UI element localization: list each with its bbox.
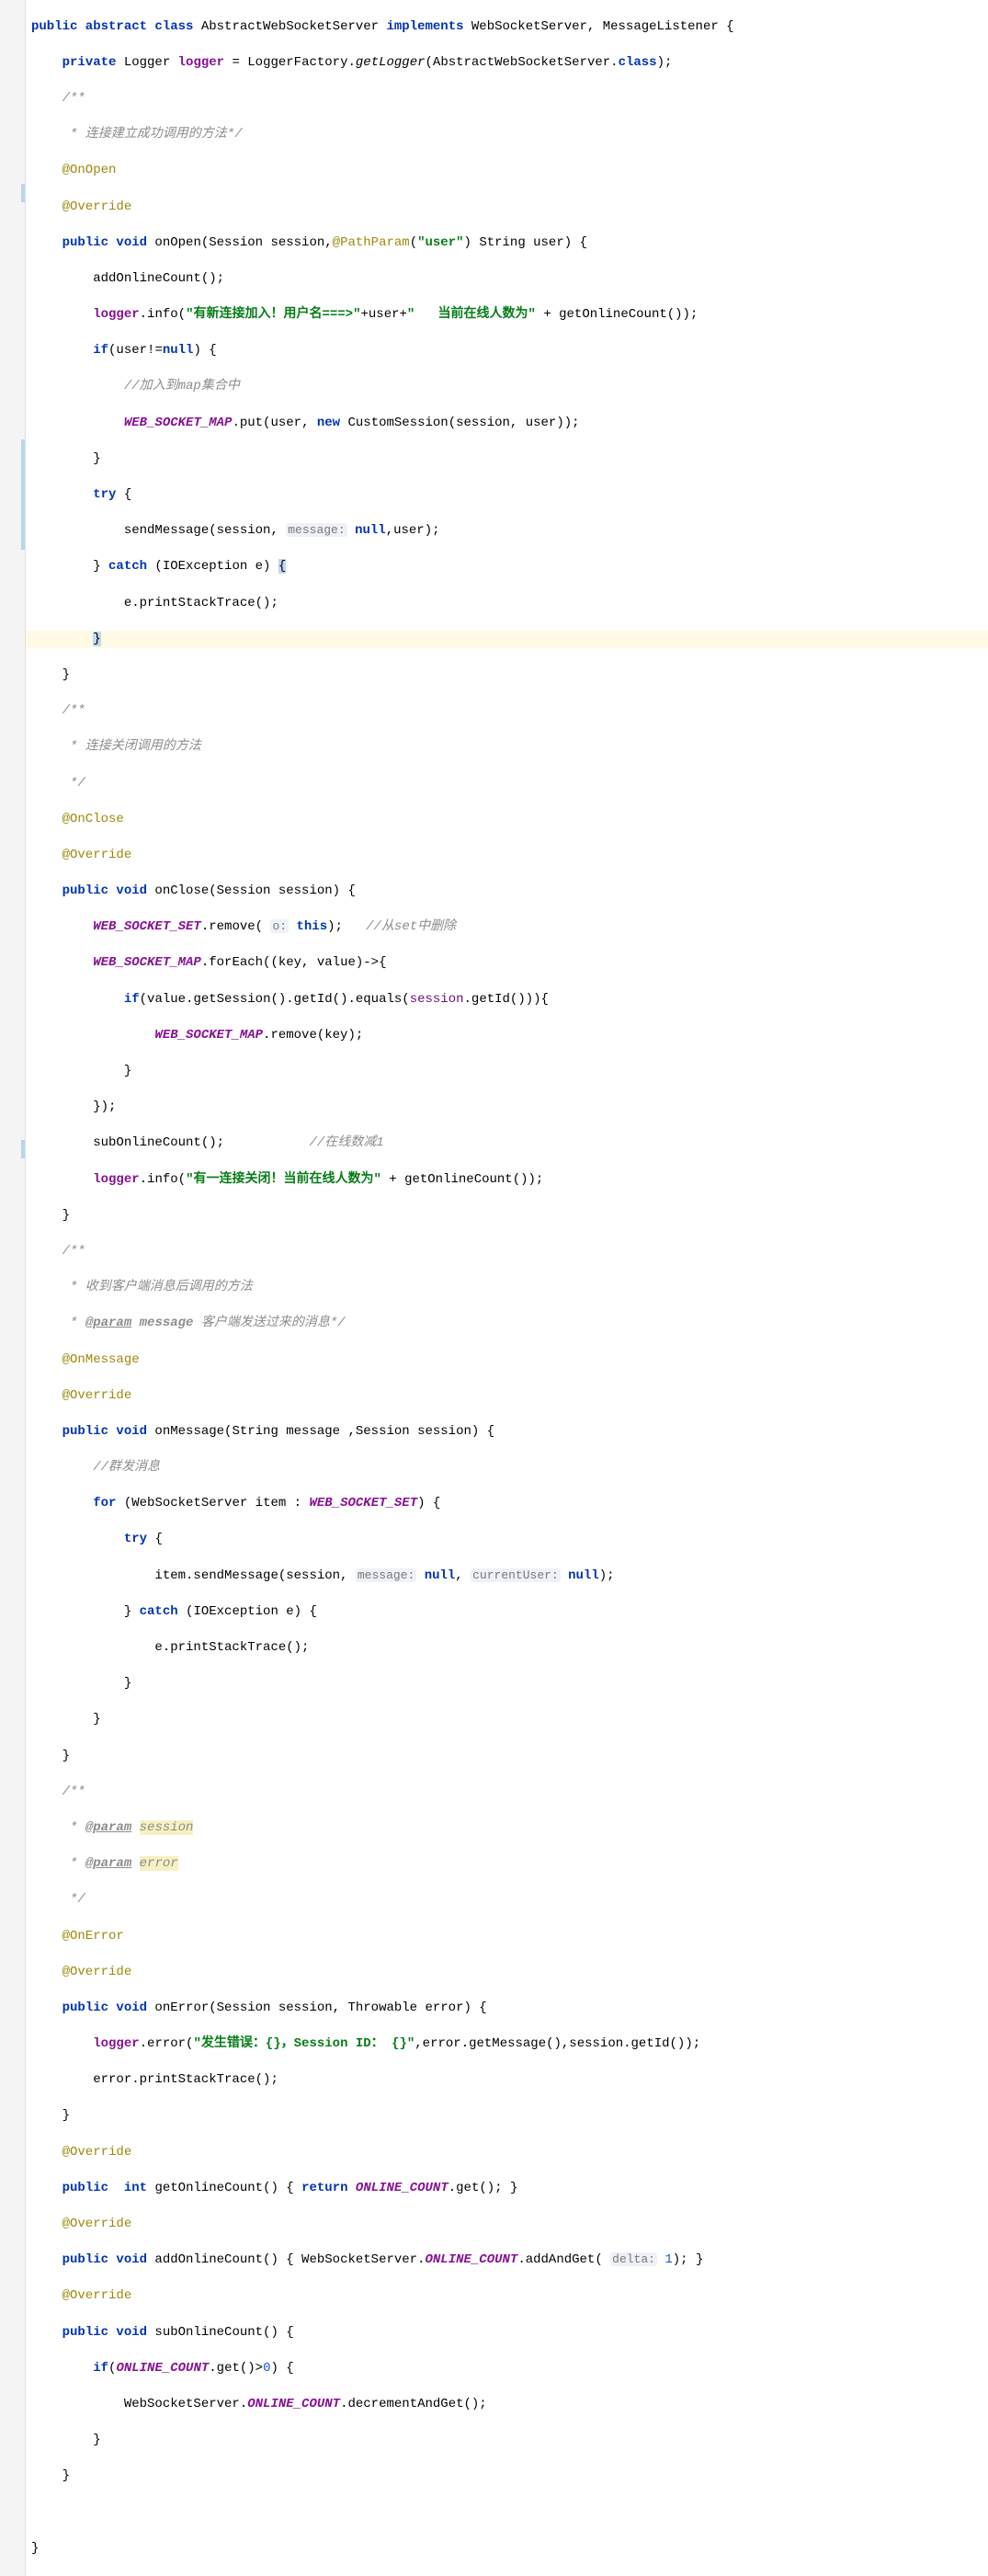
parameter-hint: message: (286, 523, 346, 537)
javadoc: /** (31, 91, 85, 106)
code-area[interactable]: public abstract class AbstractWebSocketS… (26, 0, 988, 2576)
keyword: public abstract class (31, 19, 193, 34)
annotation: @OnOpen (31, 163, 116, 177)
current-line: } (26, 631, 988, 649)
change-marker (21, 184, 25, 202)
code-editor[interactable]: public abstract class AbstractWebSocketS… (0, 0, 988, 2576)
change-marker (21, 439, 25, 550)
gutter (0, 0, 26, 2576)
change-marker (21, 1140, 25, 1158)
brace-match: { (278, 559, 286, 574)
